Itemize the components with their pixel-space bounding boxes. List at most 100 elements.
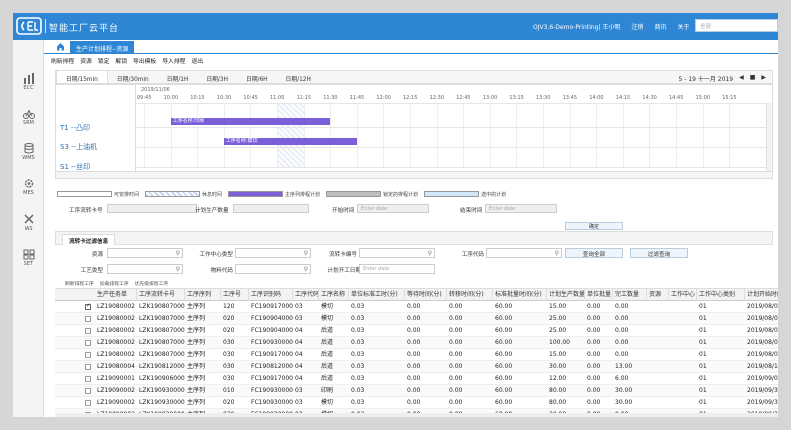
column-header[interactable]: 计划开始时间 [745, 289, 778, 301]
column-header[interactable]: 工序名称 [319, 289, 349, 301]
job-card-field[interactable] [107, 204, 197, 213]
column-header[interactable]: 转移时间(分) [447, 289, 493, 301]
zoom-tab-1h[interactable]: 日期/1H [158, 71, 198, 83]
confirm-button[interactable]: 确定 [565, 222, 623, 230]
column-header[interactable]: 工序序列 [185, 289, 221, 301]
table-cell: 后道 [321, 375, 334, 382]
column-header[interactable]: 工作中心 [669, 289, 697, 301]
wc-type-filter-input[interactable]: ⚲ [235, 248, 311, 258]
search-icon[interactable]: ⚲ [555, 250, 559, 257]
end-time-field[interactable]: Enter date [485, 204, 557, 213]
refresh-schedule-button[interactable]: 刷新排程 [51, 56, 74, 65]
nav-set[interactable]: SET [13, 249, 44, 267]
nav-wms[interactable]: WMS [13, 143, 44, 161]
table-row[interactable]: LZ19090002 LZK1909300003 主序列 010 FC190930000… [55, 385, 778, 397]
zoom-tab-6h[interactable]: 日期/6H [237, 71, 277, 83]
grid-refresh-button[interactable]: 刷新排程工序 [65, 280, 94, 287]
column-header[interactable]: 单位标准工时(分) [349, 289, 405, 301]
column-header[interactable]: 生产任务单 [95, 289, 137, 301]
plan-qty-field[interactable] [233, 204, 309, 213]
home-icon[interactable] [56, 42, 65, 51]
zoom-tab-15min[interactable]: 日期/15min [56, 71, 108, 83]
nav-ecc[interactable]: ECC [13, 73, 44, 91]
table-row[interactable]: LZ19080004 LZK1908120001 主序列 030 FC190812000… [55, 361, 778, 373]
search-icon[interactable]: ⚲ [304, 266, 308, 273]
import-schedule-button[interactable]: 导入排程 [162, 56, 185, 65]
gantt-vertical-scrollbar[interactable] [766, 103, 772, 171]
row-checkbox[interactable] [85, 316, 91, 322]
filter-query-button[interactable]: 过滤查询 [630, 248, 688, 258]
row-checkbox[interactable] [85, 328, 91, 334]
next-icon[interactable]: ▶ [761, 74, 766, 83]
grid-priority-button[interactable]: 优先级排程工序 [135, 280, 169, 287]
row-checkbox[interactable] [85, 376, 91, 382]
nav-mes[interactable]: MES [13, 178, 44, 196]
row-checkbox[interactable] [85, 352, 91, 358]
table-row[interactable]: LZ19090002 LZK1909300003 主序列 020 FC190930000… [55, 397, 778, 409]
zoom-tab-30min[interactable]: 日期/30min [108, 71, 158, 83]
column-header[interactable]: 单位批量 [585, 289, 613, 301]
export-template-button[interactable]: 导出模板 [133, 56, 156, 65]
table-row[interactable]: LZ19080002 LZK1908070004主序列 120 FC190917000… [55, 301, 778, 313]
query-all-button[interactable]: 查询全部 [565, 248, 623, 258]
column-header[interactable]: 工序号 [221, 289, 249, 301]
zoom-tab-12h[interactable]: 日期/12H [277, 71, 320, 83]
card-no-filter-input[interactable]: ⚲ [359, 248, 435, 258]
resource-filter-input[interactable]: ⚲ [107, 248, 183, 258]
resource-row-s3[interactable]: S3 --上油机 [60, 142, 97, 152]
table-row[interactable]: LZ19080002 LZK1908070003 主序列 020 FC190904000… [55, 313, 778, 325]
start-time-field[interactable]: Enter date [357, 204, 429, 213]
column-header[interactable]: 标准批量时间(分) [493, 289, 547, 301]
schedule-bar[interactable]: 工序名称:印刷 [170, 118, 331, 125]
column-header[interactable]: 等待时间(分) [405, 289, 447, 301]
plan-start-date-input[interactable]: Enter date [359, 264, 435, 274]
table-cell: LZ19090002 [97, 399, 135, 406]
op-code-filter-input[interactable]: ⚲ [486, 248, 562, 258]
global-search-input[interactable]: 全部 [695, 19, 778, 32]
material-code-filter-input[interactable]: ⚲ [235, 264, 311, 274]
unlock-button[interactable]: 解锁 [115, 56, 127, 65]
contact-link[interactable]: 商讯 [654, 22, 666, 31]
table-cell [647, 397, 669, 409]
table-row[interactable]: LZ19080002 LZK1908070003 主序列 020 FC190904000… [55, 325, 778, 337]
prev-icon[interactable]: ◀ [739, 74, 744, 83]
column-header[interactable]: 资源 [647, 289, 669, 301]
column-header[interactable]: 计划生产数量 [547, 289, 585, 301]
tab-card-filter[interactable]: 流转卡过滤信息 [62, 234, 116, 245]
schedule-bar[interactable]: 工序名称:模切 [223, 138, 357, 145]
row-checkbox[interactable] [85, 400, 91, 406]
search-icon[interactable]: ⚲ [304, 250, 308, 257]
column-header[interactable]: 工序识别码 [249, 289, 293, 301]
grid-horizontal-scrollbar[interactable] [55, 413, 778, 417]
about-link[interactable]: 关于 [677, 22, 689, 31]
row-checkbox[interactable] [85, 302, 91, 310]
lock-button[interactable]: 锁定 [98, 56, 110, 65]
tab-scheduling[interactable]: 生产计划排程--资源 [70, 41, 135, 54]
time-tick: 14:45 [669, 95, 684, 101]
zoom-tab-3h[interactable]: 日期/3H [197, 71, 237, 83]
nav-srm[interactable]: SRM [13, 108, 44, 126]
column-header[interactable]: 工序流转卡号 [137, 289, 185, 301]
exit-button[interactable]: 退出 [191, 56, 203, 65]
search-icon[interactable]: ⚲ [176, 250, 180, 257]
column-header[interactable]: 工作中心类别 [697, 289, 745, 301]
row-checkbox[interactable] [85, 340, 91, 346]
process-type-filter-input[interactable]: ⚲ [107, 264, 183, 274]
resource-button[interactable]: 资源 [80, 56, 92, 65]
search-icon[interactable]: ⚲ [428, 250, 432, 257]
nav-ias[interactable]: IAS [13, 214, 44, 232]
column-header[interactable]: 工序代码 [293, 289, 319, 301]
logout-link[interactable]: 注销 [631, 22, 643, 31]
time-tick: 11:15 [296, 95, 312, 101]
table-row[interactable]: LZ19080002 LZK1908070003 主序列 030 FC190930000… [55, 337, 778, 349]
column-header[interactable]: 完工数量 [613, 289, 647, 301]
stop-icon[interactable]: ■ [750, 74, 756, 83]
search-icon[interactable]: ⚲ [176, 266, 180, 273]
grid-load-button[interactable]: 加载排程工序 [100, 280, 129, 287]
gantt-horizontal-scrollbar[interactable] [56, 171, 772, 178]
row-checkbox[interactable] [85, 364, 91, 370]
table-row[interactable]: LZ19080002 LZK1908070004 主序列 030 FC190917000… [55, 349, 778, 361]
table-row[interactable]: LZ19090001 LZK1909060002 主序列 030 FC190917000… [55, 373, 778, 385]
row-checkbox[interactable] [85, 388, 91, 394]
resource-row-t1[interactable]: T1 --凸印 [60, 123, 90, 133]
